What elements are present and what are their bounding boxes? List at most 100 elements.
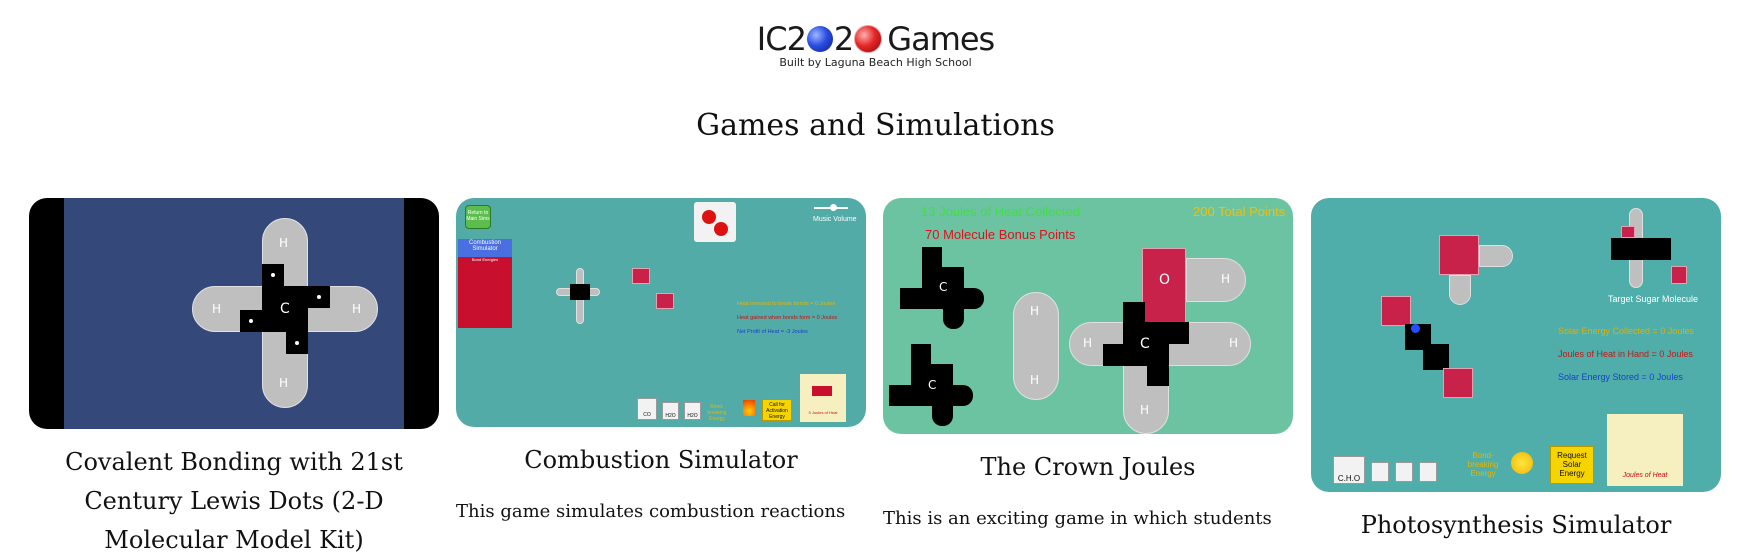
card-title[interactable]: Covalent Bonding with 21st Century Lewis… (29, 443, 439, 560)
card-title[interactable]: Photosynthesis Simulator (1311, 506, 1721, 545)
oxygen-tile (1439, 235, 1479, 275)
solar-collected-text: Solar Energy Collected = 0 Joules (1558, 326, 1694, 336)
atom-label-left: H (212, 302, 222, 316)
heat-box: Joules of Heat (1607, 414, 1683, 486)
target-molecule-label: Target Sugar Molecule (1608, 294, 1699, 304)
heat-invested-text: Heat invested to break bonds = 0 Joules (737, 301, 836, 307)
logo-middle: 2 (833, 20, 854, 58)
music-volume-slider[interactable] (814, 204, 848, 211)
sugar-carbon-chain (1611, 238, 1671, 260)
molecule-button-co[interactable]: CO (637, 398, 657, 420)
logo-prefix: IC2 (756, 20, 807, 58)
electron-tile (286, 332, 308, 354)
bonus-points-text: 70 Molecule Bonus Points (925, 227, 1076, 242)
atom-label-h-o: H (1221, 272, 1231, 286)
electron-tile (922, 247, 942, 267)
atom-label-right: H (352, 302, 362, 316)
return-main-button[interactable]: Return to Main Sims (465, 205, 491, 229)
carbon-tile (570, 284, 590, 300)
heat-box-label: Joules of Heat (1622, 472, 1668, 479)
electron-tile (1123, 302, 1145, 322)
atom-label-h-top: H (1030, 304, 1040, 318)
heat-box: 3 Joules of Heat (800, 374, 846, 422)
request-solar-button[interactable]: Request Solar Energy (1550, 446, 1594, 484)
red-atom-icon (854, 25, 883, 53)
electron-tile (953, 385, 973, 406)
game-card-photosynthesis[interactable]: Target Sugar Molecule Solar Energy Colle… (1311, 198, 1721, 545)
atom-label-bottom: H (279, 376, 289, 390)
sugar-oxygen (1621, 226, 1635, 238)
electron-tile (964, 288, 984, 309)
logo-subtitle: Built by Laguna Beach High School (779, 56, 972, 69)
electron-tile (1147, 366, 1169, 386)
electron-tile (308, 286, 330, 308)
logo-suffix: Games (887, 20, 995, 58)
sugar-oxygen (1671, 266, 1687, 284)
joules-in-hand-text: Joules of Heat in Hand = 0 Joules (1558, 349, 1693, 359)
molecule-button[interactable] (1419, 462, 1437, 482)
electron-tile (943, 309, 964, 329)
molecule-button-h2o[interactable]: H2O (662, 402, 679, 420)
electron-tile (889, 385, 911, 406)
molecule-button[interactable] (1371, 462, 1389, 482)
flame-icon (743, 400, 755, 416)
card-thumbnail[interactable]: H H H H C (29, 198, 439, 429)
molecule-button-h2o-2[interactable]: H2O (684, 402, 701, 420)
game-card-crown-joules[interactable]: 13 Joules of Heat Collected 200 Total Po… (883, 198, 1293, 531)
electron-tile (900, 288, 922, 309)
electron-tile (932, 406, 953, 426)
atom-label-h-down: H (1140, 403, 1150, 417)
bond-breaking-label: Bond-breaking Energy (1467, 451, 1499, 478)
music-volume-label: Music Volume (813, 216, 857, 223)
page-title: Games and Simulations (696, 108, 1055, 143)
atom-label-top: H (279, 236, 289, 250)
card-thumbnail[interactable]: Target Sugar Molecule Solar Energy Colle… (1311, 198, 1721, 492)
atom-label-c3: C (1140, 336, 1150, 352)
card-title[interactable]: The Crown Joules (883, 448, 1293, 487)
card-description: This is an exciting game in which studen… (883, 508, 1272, 529)
solar-stored-text: Solar Energy Stored = 0 Joules (1558, 372, 1683, 382)
hydrogen-tile (1479, 245, 1513, 267)
atom-label-h-right: H (1229, 336, 1239, 350)
electron-tile (1103, 344, 1123, 366)
blue-atom-icon (806, 26, 833, 52)
atom-label-c2: C (928, 378, 937, 392)
bond-energy-table: Bond Energies (458, 257, 512, 328)
atom-label-o: O (1159, 272, 1171, 288)
electron-marker (1411, 324, 1420, 333)
molecule-button[interactable] (1395, 462, 1413, 482)
oxygen-tile (1381, 296, 1411, 326)
card-thumbnail[interactable]: Return to Main Sims Music Volume Combust… (456, 198, 866, 427)
hydrogen-tile (1186, 258, 1246, 302)
card-title[interactable]: Combustion Simulator (456, 441, 866, 480)
atom-label-center: C (280, 301, 290, 317)
atom-label-h-bottom: H (1030, 373, 1040, 387)
electron-tile (911, 344, 931, 364)
heat-gained-text: Heat gained when bonds form = 0 Joules (737, 315, 838, 321)
carbon-tile (1423, 344, 1449, 370)
activation-energy-button[interactable]: Call for Activation Energy (762, 399, 792, 421)
card-description: This game simulates combustion reactions… (456, 501, 846, 522)
game-card-combustion-simulator[interactable]: Return to Main Sims Music Volume Combust… (456, 198, 866, 524)
total-points-text: 200 Total Points (1193, 204, 1286, 219)
heat-collected-text: 13 Joules of Heat Collected (921, 204, 1080, 219)
card-thumbnail[interactable]: 13 Joules of Heat Collected 200 Total Po… (883, 198, 1293, 434)
bond-energies-label: Bond Energies (471, 257, 499, 262)
heat-box-label: 3 Joules of Heat (808, 410, 838, 415)
oxygen-tile (1443, 368, 1473, 398)
cho-button[interactable]: C.H.O (1333, 456, 1365, 484)
electron-tile (262, 264, 284, 286)
atom-label-h-left: H (1083, 336, 1093, 350)
sun-icon (1511, 452, 1533, 474)
atom-label-c1: C (939, 280, 948, 294)
electron-tile (240, 310, 262, 332)
molecule-icon (694, 202, 736, 242)
oxygen-tile (632, 268, 650, 284)
net-profit-text: Net Profit of Heat = -3 Joules (737, 329, 808, 335)
crown-icon (812, 386, 832, 396)
game-card-covalent-bonding[interactable]: H H H H C Covalent Bonding with 21st Cen… (29, 198, 439, 560)
electron-tile (1169, 322, 1189, 344)
site-logo[interactable]: IC2 2 Games Built by Laguna Beach High S… (0, 20, 1751, 69)
bond-breaking-label: Bond-breaking Energy (707, 404, 727, 422)
oxygen-tile (656, 293, 674, 309)
